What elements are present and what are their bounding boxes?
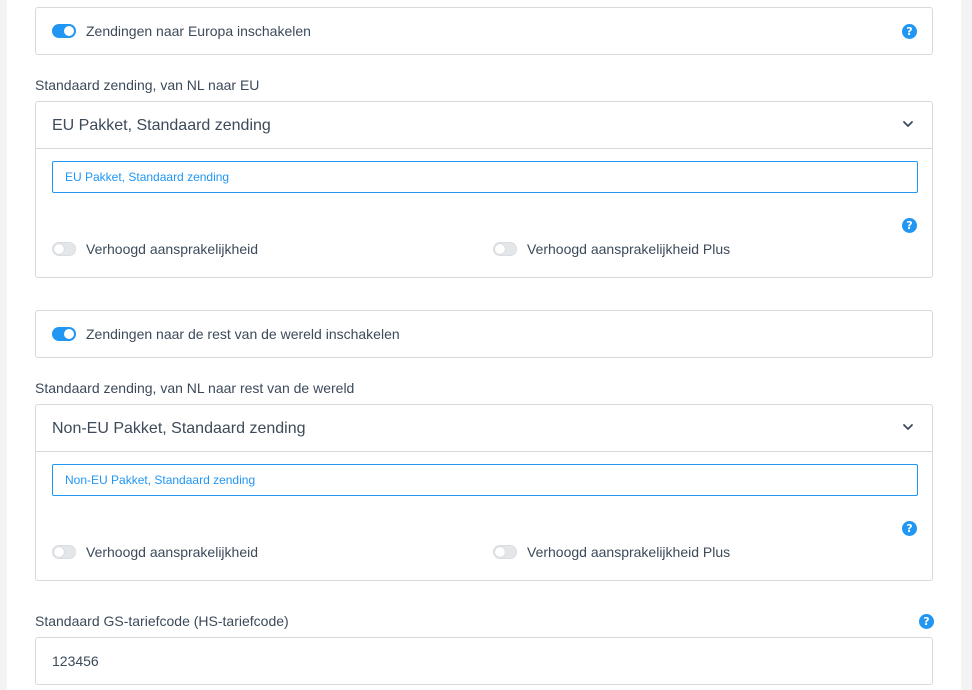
help-icon[interactable]: ? xyxy=(902,521,917,536)
world-selected-value: Non-EU Pakket, Standaard zending xyxy=(52,420,306,437)
world-section-label: Standaard zending, van NL naar rest van … xyxy=(35,380,355,396)
europe-search-input[interactable] xyxy=(52,161,918,193)
europe-select-trigger[interactable]: EU Pakket, Standaard zending xyxy=(36,102,932,149)
europe-liability-toggle[interactable] xyxy=(52,242,76,256)
world-shipping-select: Non-EU Pakket, Standaard zending ? Verho… xyxy=(35,404,933,581)
europe-shipping-toggle[interactable] xyxy=(52,24,76,38)
world-toggle-label: Zendingen naar de rest van de wereld ins… xyxy=(86,326,400,342)
europe-shipping-select: EU Pakket, Standaard zending ? Verhoogd … xyxy=(35,101,933,278)
europe-toggle-row: Zendingen naar Europa inschakelen ? xyxy=(35,7,933,55)
world-shipping-toggle[interactable] xyxy=(52,327,76,341)
help-icon[interactable]: ? xyxy=(902,218,917,233)
world-select-trigger[interactable]: Non-EU Pakket, Standaard zending xyxy=(36,405,932,452)
chevron-down-icon[interactable] xyxy=(902,421,914,433)
world-toggle-row: Zendingen naar de rest van de wereld ins… xyxy=(35,310,933,358)
help-icon[interactable]: ? xyxy=(919,614,934,629)
europe-section-label: Standaard zending, van NL naar EU xyxy=(35,77,260,93)
europe-liability-plus-label: Verhoogd aansprakelijkheid Plus xyxy=(527,241,731,257)
europe-toggle-label: Zendingen naar Europa inschakelen xyxy=(86,23,311,39)
europe-liability-label: Verhoogd aansprakelijkheid xyxy=(86,241,259,257)
europe-liability-plus-toggle[interactable] xyxy=(493,242,517,256)
world-liability-toggle[interactable] xyxy=(52,545,76,559)
help-icon[interactable]: ? xyxy=(902,24,917,39)
world-liability-plus-toggle[interactable] xyxy=(493,545,517,559)
world-liability-plus-label: Verhoogd aansprakelijkheid Plus xyxy=(527,544,731,560)
hs-code-label: Standaard GS-tariefcode (HS-tariefcode) xyxy=(35,613,289,629)
europe-selected-value: EU Pakket, Standaard zending xyxy=(52,117,271,134)
world-liability-label: Verhoogd aansprakelijkheid xyxy=(86,544,259,560)
world-search-input[interactable] xyxy=(52,464,918,496)
hs-code-input[interactable] xyxy=(35,637,933,685)
chevron-down-icon[interactable] xyxy=(902,118,914,130)
